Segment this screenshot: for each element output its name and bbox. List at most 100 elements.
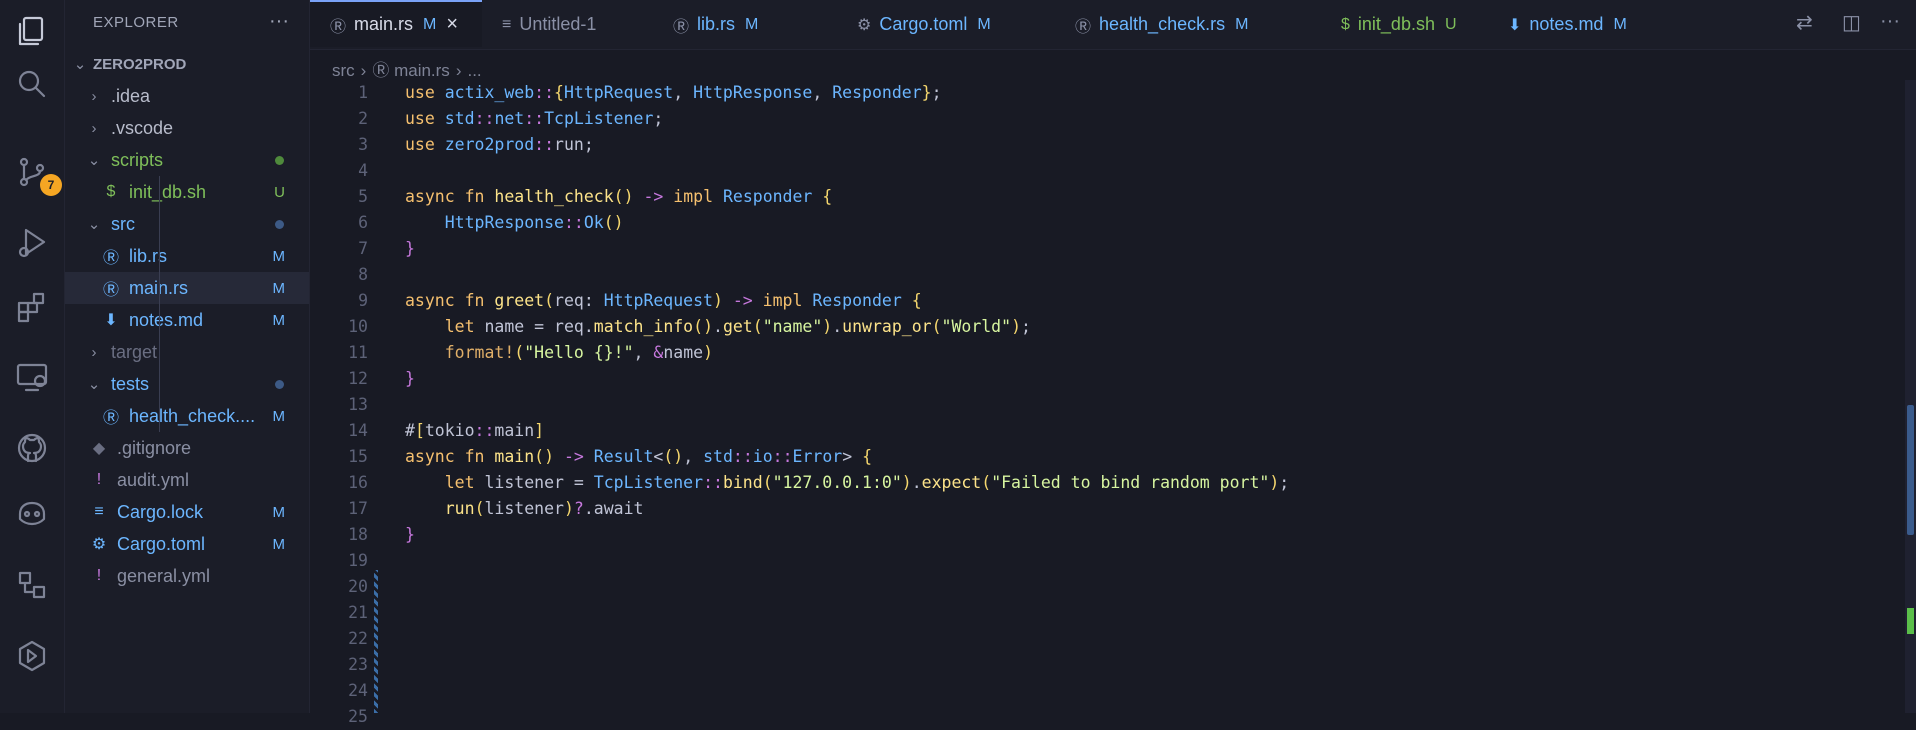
tab-init-db-sh[interactable]: $ init_db.sh U bbox=[1321, 0, 1488, 49]
file-type-icon: $ bbox=[106, 183, 116, 200]
code-line[interactable]: 12} bbox=[310, 366, 1890, 392]
tab-lib-rs[interactable]: Ⓡlib.rs M bbox=[653, 0, 837, 49]
code-line[interactable]: 25 bbox=[310, 704, 1890, 730]
file-gitignore[interactable]: ◆ .gitignore bbox=[65, 432, 309, 464]
folder-idea[interactable]: › .idea bbox=[65, 80, 309, 112]
chevron-right-icon: › bbox=[91, 119, 97, 137]
tab-label: health_check.rs bbox=[1099, 14, 1226, 34]
tab-status-indicator: M bbox=[1613, 15, 1627, 33]
code-line[interactable]: 19 bbox=[310, 548, 1890, 574]
line-number: 6 bbox=[358, 213, 368, 232]
line-number: 21 bbox=[348, 603, 368, 622]
code-text: use zero2prod::run; bbox=[405, 135, 594, 154]
search-icon[interactable] bbox=[12, 64, 52, 104]
code-line[interactable]: 24 bbox=[310, 678, 1890, 704]
code-line[interactable]: 21 bbox=[310, 600, 1890, 626]
code-line[interactable]: 22 bbox=[310, 626, 1890, 652]
code-text: async fn greet(req: HttpRequest) -> impl… bbox=[405, 291, 922, 310]
code-line[interactable]: 7} bbox=[310, 236, 1890, 262]
modified-dot-icon bbox=[275, 155, 284, 165]
code-editor[interactable]: 1 use actix_web::{HttpRequest, HttpRespon… bbox=[310, 80, 1905, 726]
more-actions-icon[interactable]: ··· bbox=[1880, 10, 1900, 33]
line-number: 12 bbox=[348, 369, 368, 388]
file-general-yml[interactable]: ! general.yml bbox=[65, 560, 309, 592]
tab-untitled-1[interactable]: ≡ Untitled-1 bbox=[482, 0, 653, 49]
code-line[interactable]: 20 bbox=[310, 574, 1890, 600]
tab-label: main.rs bbox=[354, 14, 414, 34]
code-line[interactable]: 14 #[tokio::main] bbox=[310, 418, 1890, 444]
indent-guide bbox=[159, 368, 160, 432]
copilot-icon[interactable] bbox=[12, 492, 52, 532]
file-cargo-lock[interactable]: ≡ Cargo.lock M bbox=[65, 496, 309, 528]
tree-label: audit.yml bbox=[117, 469, 190, 490]
tab-health-check-rs[interactable]: Ⓡhealth_check.rs M bbox=[1055, 0, 1321, 49]
code-line[interactable]: 4 bbox=[310, 158, 1890, 184]
git-status-indicator: M bbox=[272, 279, 286, 297]
breadcrumb-symbol[interactable]: ... bbox=[467, 61, 481, 80]
tree-label: Cargo.toml bbox=[117, 533, 206, 554]
line-number: 20 bbox=[348, 577, 368, 596]
breadcrumb-file[interactable]: main.rs bbox=[394, 61, 450, 80]
code-line[interactable]: 3 use zero2prod::run; bbox=[310, 132, 1890, 158]
run-debug-icon[interactable] bbox=[12, 222, 52, 262]
line-number: 19 bbox=[348, 551, 368, 570]
indent-guide bbox=[159, 176, 160, 240]
folder-target[interactable]: › target bbox=[65, 336, 309, 368]
file-cargo-toml[interactable]: ⚙ Cargo.toml M bbox=[65, 528, 309, 560]
code-line[interactable]: 2 use std::net::TcpListener; bbox=[310, 106, 1890, 132]
scroll-thumb[interactable] bbox=[1907, 405, 1914, 535]
code-line[interactable]: 11 format!("Hello {}!", &name) bbox=[310, 340, 1890, 366]
file-audit-yml[interactable]: ! audit.yml bbox=[65, 464, 309, 496]
code-line[interactable]: 23 bbox=[310, 652, 1890, 678]
source-control-icon[interactable]: 7 bbox=[12, 152, 62, 196]
close-icon[interactable]: × bbox=[446, 13, 458, 36]
line-number: 3 bbox=[358, 135, 368, 154]
code-text: } bbox=[405, 239, 415, 258]
editor-scrollbar[interactable] bbox=[1905, 80, 1916, 713]
folder-vscode[interactable]: › .vscode bbox=[65, 112, 309, 144]
tree-label: init_db.sh bbox=[129, 181, 207, 202]
split-editor-icon[interactable]: ◫ bbox=[1842, 10, 1861, 35]
compare-icon[interactable]: ⇄ bbox=[1796, 10, 1813, 35]
extensions-icon[interactable] bbox=[12, 288, 52, 328]
code-line[interactable]: 9 async fn greet(req: HttpRequest) -> imp… bbox=[310, 288, 1890, 314]
folder-tests[interactable]: ⌄ tests bbox=[65, 368, 309, 400]
github-icon[interactable] bbox=[12, 428, 52, 468]
code-line[interactable]: 16 let listener = TcpListener::bind("127… bbox=[310, 470, 1890, 496]
code-line[interactable]: 1 use actix_web::{HttpRequest, HttpRespon… bbox=[310, 80, 1890, 106]
code-line[interactable]: 10 let name = req.match_info().get("name… bbox=[310, 314, 1890, 340]
file-main-rs[interactable]: Ⓡmain.rsM bbox=[65, 272, 309, 304]
folder-src[interactable]: ⌄ src bbox=[65, 208, 309, 240]
ai-assistant-icon[interactable] bbox=[12, 636, 52, 676]
file-type-icon: ⚙ bbox=[91, 536, 107, 553]
tree-label: target bbox=[111, 341, 158, 362]
tab-main-rs[interactable]: Ⓡmain.rs M × bbox=[310, 0, 482, 47]
file-init-db-sh[interactable]: $ init_db.sh U bbox=[65, 176, 309, 208]
folder-scripts[interactable]: ⌄ scripts bbox=[65, 144, 309, 176]
file-health-check[interactable]: Ⓡhealth_check.... M bbox=[65, 400, 309, 432]
file-type-icon: ◆ bbox=[92, 440, 106, 457]
line-number: 18 bbox=[348, 525, 368, 544]
code-line[interactable]: 18} bbox=[310, 522, 1890, 548]
project-root[interactable]: ⌄ ZERO2PROD bbox=[65, 48, 309, 80]
code-line[interactable]: 13 bbox=[310, 392, 1890, 418]
code-line[interactable]: 6 HttpResponse::Ok() bbox=[310, 210, 1890, 236]
file-type-icon: Ⓡ bbox=[103, 250, 120, 267]
tab-status-indicator: M bbox=[977, 15, 991, 33]
tab-bar: Ⓡmain.rs M × ≡ Untitled-1 Ⓡlib.rs M ⚙ Cargo.toml… bbox=[310, 0, 1916, 50]
file-lib-rs[interactable]: Ⓡlib.rs M bbox=[65, 240, 309, 272]
tab-cargo-toml[interactable]: ⚙ Cargo.toml M bbox=[837, 0, 1055, 49]
code-line[interactable]: 8 bbox=[310, 262, 1890, 288]
more-actions-icon[interactable]: ··· bbox=[269, 10, 289, 33]
tab-notes-md[interactable]: ⬇ notes.md M bbox=[1488, 0, 1668, 49]
code-line[interactable]: 17 run(listener)?.await bbox=[310, 496, 1890, 522]
files-icon[interactable] bbox=[12, 12, 52, 52]
code-line[interactable]: 5 async fn health_check() -> impl Respond… bbox=[310, 184, 1890, 210]
ports-icon[interactable] bbox=[12, 565, 52, 605]
code-line[interactable]: 15 async fn main() -> Result<(), std::io:… bbox=[310, 444, 1890, 470]
tab-status-indicator: M bbox=[423, 15, 437, 33]
file-type-icon: ≡ bbox=[94, 503, 104, 520]
file-notes-md[interactable]: ⬇ notes.md M bbox=[65, 304, 309, 336]
remote-explorer-icon[interactable] bbox=[12, 357, 52, 397]
breadcrumb-folder[interactable]: src bbox=[332, 61, 355, 80]
